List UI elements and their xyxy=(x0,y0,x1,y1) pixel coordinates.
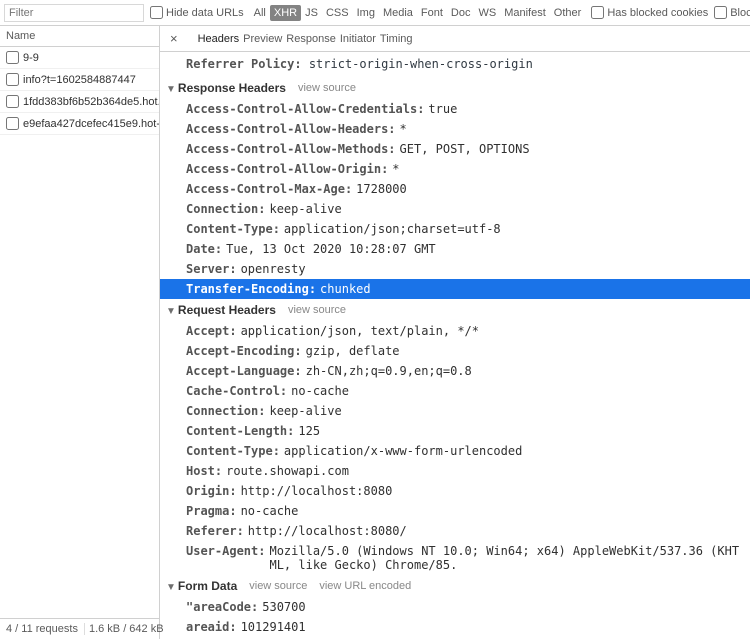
type-filter-manifest[interactable]: Manifest xyxy=(500,5,550,21)
caret-down-icon: ▼ xyxy=(166,306,176,317)
header-row[interactable]: Cache-Control:no-cache xyxy=(160,381,750,401)
filter-input[interactable] xyxy=(4,4,144,22)
status-requests: 4 / 11 requests xyxy=(6,623,85,635)
section-title: Request Headers xyxy=(178,303,276,317)
header-row[interactable]: Access-Control-Allow-Origin:* xyxy=(160,159,750,179)
hide-data-urls-checkbox[interactable]: Hide data URLs xyxy=(150,6,244,19)
type-filter-all[interactable]: All xyxy=(250,5,270,21)
type-filter-media[interactable]: Media xyxy=(379,5,417,21)
header-row[interactable]: Access-Control-Allow-Methods:GET, POST, … xyxy=(160,139,750,159)
header-row[interactable]: Accept-Language:zh-CN,zh;q=0.9,en;q=0.8 xyxy=(160,361,750,381)
header-row[interactable]: Content-Length:125 xyxy=(160,421,750,441)
header-row[interactable]: Access-Control-Max-Age:1728000 xyxy=(160,179,750,199)
header-row[interactable]: Date:Tue, 13 Oct 2020 10:28:07 GMT xyxy=(160,239,750,259)
type-filter-img[interactable]: Img xyxy=(353,5,379,21)
tab-headers[interactable]: Headers xyxy=(196,29,242,49)
header-row[interactable]: User-Agent:Mozilla/5.0 (Windows NT 10.0;… xyxy=(160,541,750,575)
view-source-link[interactable]: view source xyxy=(249,580,307,592)
section-header[interactable]: ▼Response Headers view source xyxy=(160,77,750,99)
detail-tabs: × HeadersPreviewResponseInitiatorTiming xyxy=(160,26,750,52)
tab-timing[interactable]: Timing xyxy=(378,29,415,49)
tab-initiator[interactable]: Initiator xyxy=(338,29,378,49)
header-row[interactable]: Content-Type:application/json;charset=ut… xyxy=(160,219,750,239)
request-row-checkbox[interactable] xyxy=(6,73,19,86)
section-header[interactable]: ▼Form Data view source view URL encoded xyxy=(160,575,750,597)
tab-response[interactable]: Response xyxy=(284,29,338,49)
header-row[interactable]: Connection:keep-alive xyxy=(160,199,750,219)
header-row[interactable]: Access-Control-Allow-Headers:* xyxy=(160,119,750,139)
request-row[interactable]: 1fdd383bf6b52b364de5.hot... xyxy=(0,91,159,113)
section-header[interactable]: ▼Request Headers view source xyxy=(160,299,750,321)
filter-toolbar: Hide data URLs AllXHRJSCSSImgMediaFontDo… xyxy=(0,0,750,26)
header-row[interactable]: Transfer-Encoding:chunked xyxy=(160,279,750,299)
headers-detail[interactable]: Referrer Policy: strict-origin-when-cros… xyxy=(160,52,750,639)
request-row[interactable]: info?t=1602584887447 xyxy=(0,69,159,91)
header-row[interactable]: Server:openresty xyxy=(160,259,750,279)
request-row[interactable]: e9efaa427dcefec415e9.hot-... xyxy=(0,113,159,135)
type-filter-other[interactable]: Other xyxy=(550,5,586,21)
header-row[interactable]: Connection:keep-alive xyxy=(160,401,750,421)
type-filter-css[interactable]: CSS xyxy=(322,5,353,21)
header-row[interactable]: "areaCode:530700 xyxy=(160,597,750,617)
column-header-name[interactable]: Name xyxy=(0,26,159,47)
caret-down-icon: ▼ xyxy=(166,582,176,593)
request-row[interactable]: 9-9 xyxy=(0,47,159,69)
view-source-link[interactable]: view URL encoded xyxy=(319,580,411,592)
status-bar: 4 / 11 requests 1.6 kB / 642 kB xyxy=(0,618,159,639)
request-row-checkbox[interactable] xyxy=(6,95,19,108)
close-detail-button[interactable]: × xyxy=(164,31,184,46)
header-row[interactable]: Access-Control-Allow-Credentials:true xyxy=(160,99,750,119)
has-blocked-cookies-checkbox[interactable]: Has blocked cookies xyxy=(591,6,708,19)
request-list-panel: Name 9-9info?t=16025848874471fdd383bf6b5… xyxy=(0,26,160,639)
header-row[interactable]: Accept-Encoding:gzip, deflate xyxy=(160,341,750,361)
type-filter-doc[interactable]: Doc xyxy=(447,5,475,21)
header-row[interactable]: Pragma:no-cache xyxy=(160,501,750,521)
header-row[interactable]: Host:route.showapi.com xyxy=(160,461,750,481)
caret-down-icon: ▼ xyxy=(166,84,176,95)
header-row[interactable]: areaid:101291401 xyxy=(160,617,750,637)
section-title: Form Data xyxy=(178,579,237,593)
header-row[interactable]: Origin:http://localhost:8080 xyxy=(160,481,750,501)
request-row-checkbox[interactable] xyxy=(6,117,19,130)
type-filter-js[interactable]: JS xyxy=(301,5,322,21)
detail-panel: × HeadersPreviewResponseInitiatorTiming … xyxy=(160,26,750,639)
header-row: Referrer Policy: strict-origin-when-cros… xyxy=(160,54,750,77)
view-source-link[interactable]: view source xyxy=(298,82,356,94)
header-row[interactable]: Accept:application/json, text/plain, */* xyxy=(160,321,750,341)
section-title: Response Headers xyxy=(178,81,286,95)
type-filter-font[interactable]: Font xyxy=(417,5,447,21)
tab-preview[interactable]: Preview xyxy=(241,29,284,49)
blocked-requests-checkbox[interactable]: Blocked Req xyxy=(714,6,750,19)
type-filter-ws[interactable]: WS xyxy=(474,5,500,21)
view-source-link[interactable]: view source xyxy=(288,304,346,316)
status-transfer: 1.6 kB / 642 kB xyxy=(89,623,164,635)
header-row[interactable]: Referer:http://localhost:8080/ xyxy=(160,521,750,541)
header-row[interactable]: Content-Type:application/x-www-form-urle… xyxy=(160,441,750,461)
type-filter-xhr[interactable]: XHR xyxy=(270,5,301,21)
request-row-checkbox[interactable] xyxy=(6,51,19,64)
